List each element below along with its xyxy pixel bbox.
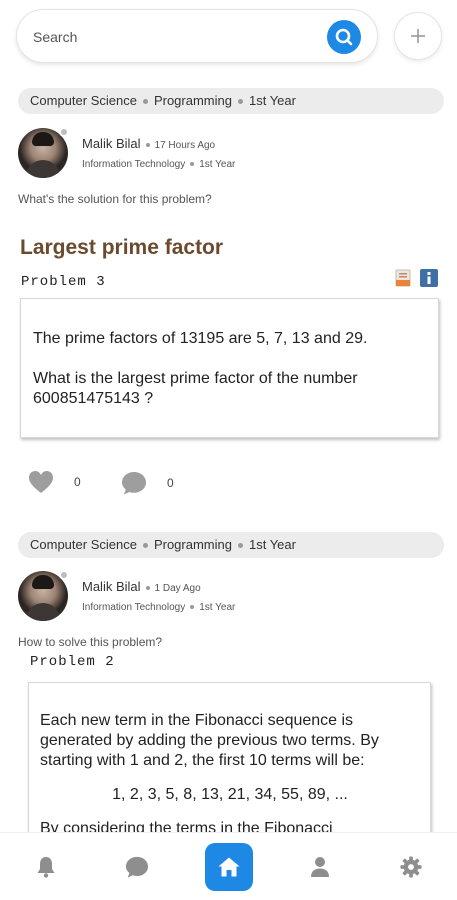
nav-home[interactable]	[205, 843, 253, 891]
search-button[interactable]	[327, 20, 361, 54]
author-year: 1st Year	[199, 159, 236, 170]
separator-dot	[237, 543, 243, 549]
tag[interactable]: 1st Year	[249, 93, 296, 108]
user-icon	[311, 857, 329, 877]
problem-text: By considering the terms in the Fibonacc…	[40, 820, 333, 832]
chat-icon	[125, 856, 149, 878]
search-bar[interactable]	[16, 9, 378, 63]
author-info: Information Technology 1st Year	[82, 159, 235, 170]
problem-box: Each new term in the Fibonacci sequence …	[28, 682, 431, 832]
nav-settings[interactable]	[391, 847, 431, 887]
post-tags: Computer Science Programming 1st Year	[18, 88, 444, 114]
nav-profile[interactable]	[300, 847, 340, 887]
separator-dot	[142, 99, 148, 105]
status-indicator	[59, 570, 69, 580]
problem-text: Each new term in the Fibonacci sequence …	[40, 712, 379, 769]
problem-text: What is the largest prime factor of the …	[33, 370, 358, 407]
author-info: Information Technology 1st Year	[82, 602, 235, 613]
like-count: 0	[74, 475, 81, 489]
separator-dot	[190, 162, 195, 167]
pdf-icon[interactable]	[394, 269, 412, 287]
comment-button[interactable]: 0	[121, 470, 174, 496]
author-department: Information Technology	[82, 602, 186, 613]
post-time: 1 Day Ago	[154, 583, 201, 594]
post-time: 17 Hours Ago	[154, 140, 216, 151]
separator-dot	[190, 605, 195, 610]
post-author-line: Malik Bilal 1 Day Ago	[82, 579, 201, 594]
heart-icon	[29, 471, 53, 493]
tag[interactable]: Programming	[154, 93, 232, 108]
post-card: Computer Science Programming 1st Year Mali…	[0, 80, 457, 520]
author-year: 1st Year	[199, 602, 236, 613]
author-department: Information Technology	[82, 159, 186, 170]
problem-title: Largest prime factor	[20, 236, 224, 259]
nav-notifications[interactable]	[26, 847, 66, 887]
home-icon	[218, 857, 240, 877]
nav-messages[interactable]	[117, 847, 157, 887]
post-author-line: Malik Bilal 17 Hours Ago	[82, 136, 215, 151]
gear-icon	[400, 856, 422, 878]
post-card: Computer Science Programming 1st Year Mali…	[0, 524, 457, 832]
problem-number: Problem 3	[21, 274, 106, 290]
problem-number: Problem 2	[30, 654, 115, 670]
fibonacci-sequence: 1, 2, 3, 5, 8, 13, 21, 34, 55, 89, ...	[112, 786, 348, 803]
problem-text: The prime factors of 13195 are 5, 7, 13 …	[33, 330, 368, 347]
feed: Computer Science Programming 1st Year Mali…	[0, 80, 457, 832]
plus-icon	[411, 29, 425, 43]
tag[interactable]: Computer Science	[30, 537, 137, 552]
top-bar	[0, 0, 457, 80]
separator-dot	[142, 543, 148, 549]
post-question: What's the solution for this problem?	[18, 192, 212, 206]
tag[interactable]: 1st Year	[249, 537, 296, 552]
tag[interactable]: Computer Science	[30, 93, 137, 108]
problem-box: The prime factors of 13195 are 5, 7, 13 …	[20, 298, 439, 438]
author-name[interactable]: Malik Bilal	[82, 136, 141, 151]
post-tags: Computer Science Programming 1st Year	[18, 532, 444, 558]
bottom-navigation	[0, 832, 457, 900]
tag[interactable]: Programming	[154, 537, 232, 552]
separator-dot	[237, 99, 243, 105]
bell-icon	[37, 857, 55, 878]
comment-count: 0	[167, 476, 174, 490]
status-indicator	[59, 127, 69, 137]
search-input[interactable]	[33, 26, 313, 48]
info-icon[interactable]	[420, 269, 438, 287]
search-icon	[335, 28, 353, 46]
comment-icon	[122, 472, 146, 495]
post-question: How to solve this problem?	[18, 635, 163, 649]
author-name[interactable]: Malik Bilal	[82, 579, 141, 594]
separator-dot	[145, 142, 150, 147]
separator-dot	[145, 585, 150, 590]
like-button[interactable]: 0	[28, 470, 81, 494]
add-post-button[interactable]	[394, 12, 442, 60]
